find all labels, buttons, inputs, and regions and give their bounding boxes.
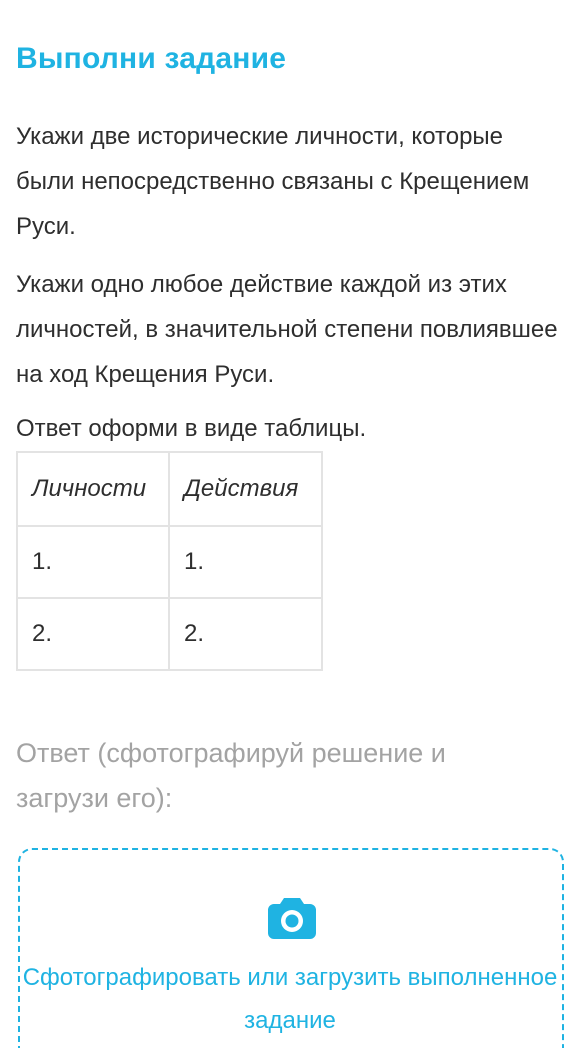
upload-label[interactable]: Сфотографировать или загрузить выполненн… — [20, 956, 560, 1042]
table-row: 1. 1. — [16, 525, 323, 599]
task-title: Выполни задание — [16, 42, 287, 75]
task-paragraph-2: Укажи одно любое действие каждой из этих… — [16, 271, 558, 388]
table-header-actions: Действия — [168, 451, 323, 527]
task-paragraph-1: Укажи две исторические личности, которые… — [16, 123, 530, 240]
table-cell: 1. — [16, 525, 170, 599]
table-cell: 2. — [16, 597, 170, 671]
task-paragraph-3: Ответ оформи в виде таблицы. — [16, 415, 367, 442]
camera-icon[interactable] — [268, 895, 316, 939]
answer-table: Личности Действия 1. 1. 2. 2. — [16, 451, 323, 671]
table-cell: 1. — [168, 525, 323, 599]
table-cell: 2. — [168, 597, 323, 671]
table-header-persons: Личности — [16, 451, 170, 527]
answer-prompt: Ответ (сфотографируй решение и загрузи е… — [16, 738, 446, 813]
table-row: 2. 2. — [16, 597, 323, 671]
table-header-row: Личности Действия — [16, 451, 323, 527]
